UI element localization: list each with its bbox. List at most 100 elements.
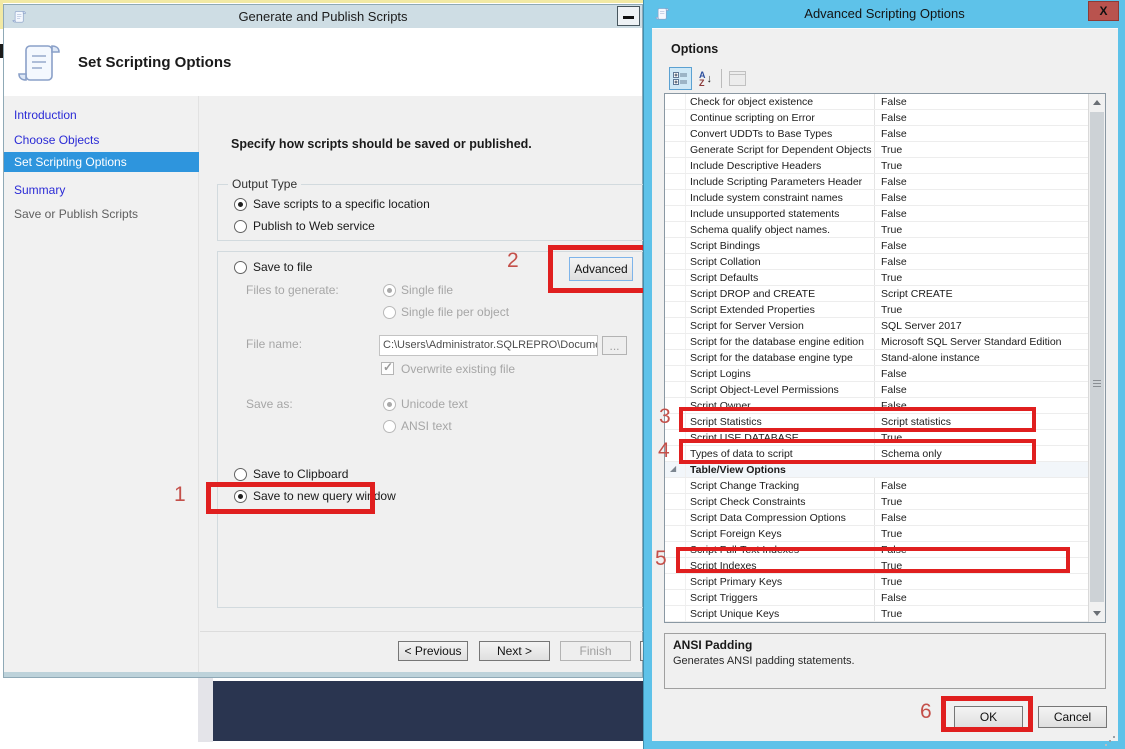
annotation-box-1	[206, 482, 375, 514]
property-row[interactable]: Include system constraint names False	[665, 190, 1088, 206]
property-value[interactable]: False	[875, 382, 1088, 397]
property-value[interactable]: False	[875, 190, 1088, 205]
row-margin	[665, 382, 686, 397]
sidebar-item-choose-objects[interactable]: Choose Objects	[14, 133, 99, 147]
property-row[interactable]: Script Bindings False	[665, 238, 1088, 254]
property-value[interactable]: False	[875, 590, 1088, 605]
property-value[interactable]: True	[875, 158, 1088, 173]
overwrite-checkbox: ✓	[381, 362, 394, 375]
property-row[interactable]: Script DROP and CREATE Script CREATE	[665, 286, 1088, 302]
property-value[interactable]: Script CREATE	[875, 286, 1088, 301]
property-row[interactable]: Script Collation False	[665, 254, 1088, 270]
resize-grip[interactable]	[1113, 736, 1115, 738]
property-row[interactable]: Script Foreign Keys True	[665, 526, 1088, 542]
property-row[interactable]: Script Check Constraints True	[665, 494, 1088, 510]
property-value[interactable]: False	[875, 110, 1088, 125]
property-value[interactable]: False	[875, 94, 1088, 109]
row-margin	[665, 366, 686, 381]
property-value[interactable]: False	[875, 510, 1088, 525]
radio-save-to-clipboard-label[interactable]: Save to Clipboard	[253, 467, 348, 481]
scroll-up-button[interactable]	[1089, 94, 1105, 111]
file-name-input: C:\Users\Administrator.SQLREPRO\Docume	[379, 335, 598, 356]
page-heading: Specify how scripts should be saved or p…	[231, 137, 532, 151]
property-row[interactable]: Continue scripting on Error False	[665, 110, 1088, 126]
files-to-generate-label: Files to generate:	[246, 283, 339, 297]
property-row[interactable]: Script Data Compression Options False	[665, 510, 1088, 526]
row-margin	[665, 510, 686, 525]
alphabetical-sort-button[interactable]: AZ ↓	[694, 67, 717, 90]
radio-publish-web-service-label[interactable]: Publish to Web service	[253, 219, 375, 233]
property-value[interactable]: True	[875, 142, 1088, 157]
categorized-view-button[interactable]	[669, 67, 692, 90]
property-value[interactable]: True	[875, 526, 1088, 541]
property-row[interactable]: Script Logins False	[665, 366, 1088, 382]
property-row[interactable]: Script Extended Properties True	[665, 302, 1088, 318]
property-value[interactable]: Stand-alone instance	[875, 350, 1088, 365]
property-row[interactable]: Convert UDDTs to Base Types False	[665, 126, 1088, 142]
property-name: Script Logins	[686, 366, 875, 381]
property-name: Generate Script for Dependent Objects	[686, 142, 875, 157]
close-button[interactable]: X	[1088, 1, 1119, 21]
desktop-edge-top	[0, 0, 645, 3]
property-row[interactable]: Script for the database engine type Stan…	[665, 350, 1088, 366]
radio-save-to-file[interactable]	[234, 261, 247, 274]
annotation-number-3: 3	[659, 406, 671, 427]
next-button[interactable]: Next >	[479, 641, 550, 661]
cancel-button[interactable]: Cancel	[1038, 706, 1107, 728]
radio-save-specific-location-label[interactable]: Save scripts to a specific location	[253, 197, 430, 211]
property-value[interactable]: False	[875, 206, 1088, 221]
radio-save-specific-location[interactable]	[234, 198, 247, 211]
property-row[interactable]: Include Descriptive Headers True	[665, 158, 1088, 174]
property-row[interactable]: Include unsupported statements False	[665, 206, 1088, 222]
property-row[interactable]: Script for Server Version SQL Server 201…	[665, 318, 1088, 334]
property-value[interactable]: False	[875, 366, 1088, 381]
property-value[interactable]: True	[875, 302, 1088, 317]
row-margin	[665, 110, 686, 125]
property-row[interactable]: Schema qualify object names. True	[665, 222, 1088, 238]
property-row[interactable]: Script Object-Level Permissions False	[665, 382, 1088, 398]
property-name: Check for object existence	[686, 94, 875, 109]
options-label: Options	[671, 42, 718, 56]
previous-button[interactable]: < Previous	[398, 641, 468, 661]
sidebar-item-summary[interactable]: Summary	[14, 183, 65, 197]
property-name: Script Collation	[686, 254, 875, 269]
property-value[interactable]: SQL Server 2017	[875, 318, 1088, 333]
property-row[interactable]: Include Scripting Parameters Header Fals…	[665, 174, 1088, 190]
scrollbar-thumb[interactable]	[1090, 112, 1104, 602]
property-value[interactable]: True	[875, 574, 1088, 589]
property-row[interactable]: Generate Script for Dependent Objects Tr…	[665, 142, 1088, 158]
radio-save-to-file-label[interactable]: Save to file	[253, 260, 312, 274]
radio-publish-web-service[interactable]	[234, 220, 247, 233]
property-name: Schema qualify object names.	[686, 222, 875, 237]
property-name: Script for the database engine type	[686, 350, 875, 365]
sidebar-item-set-scripting-options[interactable]: Set Scripting Options	[4, 152, 199, 172]
property-row[interactable]: Check for object existence False	[665, 94, 1088, 110]
property-name: Script Object-Level Permissions	[686, 382, 875, 397]
row-margin	[665, 334, 686, 349]
scroll-icon-large	[16, 36, 64, 88]
scroll-down-button[interactable]	[1089, 605, 1105, 622]
property-row[interactable]: Script Defaults True	[665, 270, 1088, 286]
property-name: Script for the database engine edition	[686, 334, 875, 349]
property-value[interactable]: False	[875, 254, 1088, 269]
annotation-number-1: 1	[174, 484, 186, 505]
property-value[interactable]: True	[875, 606, 1088, 621]
grid-scrollbar[interactable]	[1088, 94, 1105, 622]
property-row[interactable]: Script for the database engine edition M…	[665, 334, 1088, 350]
property-value[interactable]: True	[875, 270, 1088, 285]
radio-save-to-clipboard[interactable]	[234, 468, 247, 481]
property-value[interactable]: False	[875, 174, 1088, 189]
property-value[interactable]: True	[875, 222, 1088, 237]
property-row[interactable]: Script Primary Keys True	[665, 574, 1088, 590]
sidebar-item-introduction[interactable]: Introduction	[14, 108, 77, 122]
property-value[interactable]: True	[875, 494, 1088, 509]
minimize-button[interactable]	[617, 6, 640, 26]
property-row[interactable]: Script Unique Keys True	[665, 606, 1088, 622]
property-row[interactable]: Script Change Tracking False	[665, 478, 1088, 494]
property-row[interactable]: Table/View Options	[665, 462, 1088, 478]
property-value[interactable]: False	[875, 478, 1088, 493]
property-value[interactable]: False	[875, 238, 1088, 253]
property-row[interactable]: Script Triggers False	[665, 590, 1088, 606]
property-value[interactable]: Microsoft SQL Server Standard Edition	[875, 334, 1088, 349]
property-value[interactable]: False	[875, 126, 1088, 141]
